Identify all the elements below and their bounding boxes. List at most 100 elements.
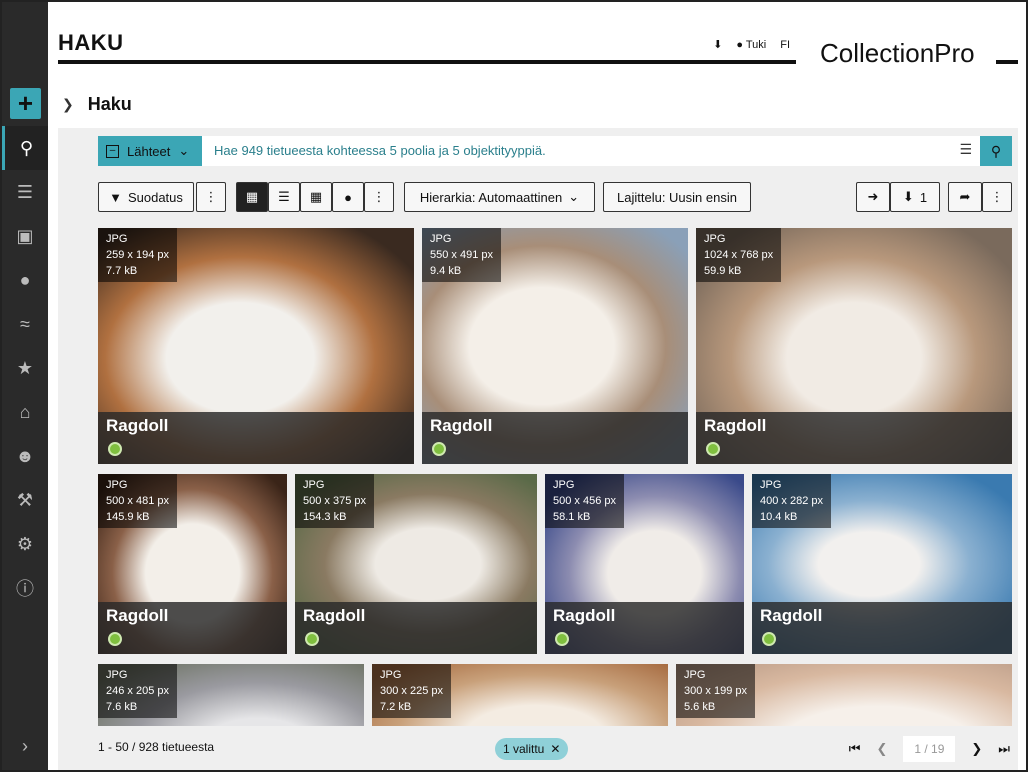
sources-label: Lähteet [127,143,171,159]
chevron-right-icon: › [22,736,28,756]
first-page-icon[interactable]: ⏮ [849,741,861,757]
card-footer: Ragdoll [98,602,287,654]
card-title: Ragdoll [553,606,616,625]
sidebar-item-info[interactable]: ⓘ [2,566,48,610]
file-dimensions: 500 x 481 px [106,495,169,507]
file-format: JPG [704,233,726,245]
chevron-down-icon: ⌄ [178,143,190,158]
next-page-icon[interactable]: ❯ [971,741,982,757]
result-card[interactable]: JPG 259 x 194 px 7.7 kB Ragdoll [98,228,414,464]
brand-underline [996,60,1018,64]
globe-icon [305,632,319,646]
search-input[interactable]: Hae 949 tietueesta kohteessa 5 poolia ja… [214,143,546,158]
card-title: Ragdoll [760,606,823,625]
file-format: JPG [106,669,128,681]
file-size: 10.4 kB [760,511,798,523]
download-selected-button[interactable]: ⬇ 1 [890,182,940,212]
sidebar: + ⚲ ☰ ▣ ● ≈ ★ ⌂ ☻ ⚒ ⚙ ⓘ › [2,2,48,770]
support-link[interactable]: ● Tuki [736,39,766,51]
file-meta: JPG 246 x 205 px 7.6 kB [98,664,177,718]
result-card[interactable]: JPG 400 x 282 px 10.4 kB Ragdoll [752,474,1012,654]
sidebar-item-contacts[interactable]: ▣ [2,214,48,258]
contact-book-icon: ▣ [16,225,34,246]
users-icon: ☻ [15,445,35,466]
filter-icon: ▼ [109,189,122,205]
add-button[interactable]: + [10,88,41,119]
wrench-icon: ⚒ [16,489,34,510]
file-size: 7.7 kB [106,265,138,277]
hierarchy-dropdown[interactable]: Hierarkia: Automaattinen ⌄ [404,182,595,212]
file-format: JPG [553,479,575,491]
last-page-icon[interactable]: ⏭ [998,741,1010,757]
result-card[interactable]: JPG 500 x 456 px 58.1 kB Ragdoll [545,474,744,654]
download-icon[interactable]: ⬇ [713,38,722,51]
file-dimensions: 400 x 282 px [760,495,823,507]
file-format: JPG [760,479,782,491]
sources-button[interactable]: – Lähteet ⌄ [98,136,202,166]
result-card[interactable]: JPG 300 x 225 px 7.2 kB [372,664,668,726]
language-switch[interactable]: FI [780,39,790,51]
sidebar-item-search[interactable]: ⚲ [2,126,48,170]
file-size: 58.1 kB [553,511,591,523]
sidebar-item-list[interactable]: ☰ [2,170,48,214]
view-map-button[interactable]: ● [332,182,364,212]
user-icon: ● [736,38,743,51]
selected-badge[interactable]: 1 valittu ✕ [495,738,569,760]
chevron-right-icon[interactable]: ❯ [62,96,74,113]
sidebar-item-map[interactable]: ● [2,258,48,302]
view-menu-button[interactable]: ⋮ [364,182,394,212]
selected-label: 1 valittu [503,742,545,756]
filter-menu-button[interactable]: ⋮ [196,182,226,212]
institution-icon: ⌂ [19,401,31,422]
result-card[interactable]: JPG 300 x 199 px 5.6 kB [676,664,1012,726]
sidebar-item-agreements[interactable]: ≈ [2,302,48,346]
sidebar-item-users[interactable]: ☻ [2,434,48,478]
sort-label: Lajittelu: Uusin ensin [617,189,737,205]
file-format: JPG [303,479,325,491]
sidebar-item-favorites[interactable]: ★ [2,346,48,390]
share-button[interactable]: ➦ [948,182,982,212]
close-icon[interactable]: ✕ [550,742,560,756]
file-size: 145.9 kB [106,511,150,523]
file-meta: JPG 300 x 225 px 7.2 kB [372,664,451,718]
view-table-button[interactable]: ▦ [300,182,332,212]
gears-icon: ⚙ [16,533,34,554]
handshake-icon: ≈ [20,313,30,334]
result-count: 1 - 50 / 928 tietueesta [98,740,215,754]
search-settings-icon[interactable]: ☰ [959,141,972,158]
sidebar-item-tools[interactable]: ⚒ [2,478,48,522]
globe-icon [108,632,122,646]
file-dimensions: 500 x 375 px [303,495,366,507]
search-button[interactable]: ⚲ [980,136,1012,166]
actions-menu-button[interactable]: ⋮ [982,182,1012,212]
top-bar: HAKU ⬇ ● Tuki FI [58,28,796,64]
hierarchy-label: Hierarkia: Automaattinen [419,189,563,205]
page-input[interactable]: 1 / 19 [903,736,956,762]
result-card[interactable]: JPG 550 x 491 px 9.4 kB Ragdoll [422,228,688,464]
sort-button[interactable]: Lajittelu: Uusin ensin [603,182,751,212]
file-meta: JPG 500 x 375 px 154.3 kB [295,474,374,528]
file-dimensions: 300 x 199 px [684,685,747,697]
sidebar-expand-button[interactable]: › [2,736,48,764]
card-footer: Ragdoll [295,602,537,654]
card-title: Ragdoll [106,416,169,435]
view-grid-button[interactable]: ▦ [236,182,268,212]
brand-logo: CollectionPro [820,38,975,68]
sidebar-item-settings[interactable]: ⚙ [2,522,48,566]
file-meta: JPG 400 x 282 px 10.4 kB [752,474,831,528]
table-icon: ▦ [309,189,323,204]
result-card[interactable]: JPG 500 x 481 px 145.9 kB Ragdoll [98,474,287,654]
view-list-button[interactable]: ☰ [268,182,300,212]
file-meta: JPG 300 x 199 px 5.6 kB [676,664,755,718]
card-footer: Ragdoll [696,412,1012,464]
result-card[interactable]: JPG 246 x 205 px 7.6 kB [98,664,364,726]
sidebar-item-institution[interactable]: ⌂ [2,390,48,434]
result-card[interactable]: JPG 500 x 375 px 154.3 kB Ragdoll [295,474,537,654]
collapse-icon: – [106,144,119,158]
previous-page-icon[interactable]: ❮ [876,741,887,757]
navigate-button[interactable]: ➜ [856,182,890,212]
globe-icon: ● [344,189,352,205]
result-card[interactable]: JPG 1024 x 768 px 59.9 kB Ragdoll [696,228,1012,464]
filter-button[interactable]: ▼ Suodatus [98,182,194,212]
card-footer: Ragdoll [98,412,414,464]
